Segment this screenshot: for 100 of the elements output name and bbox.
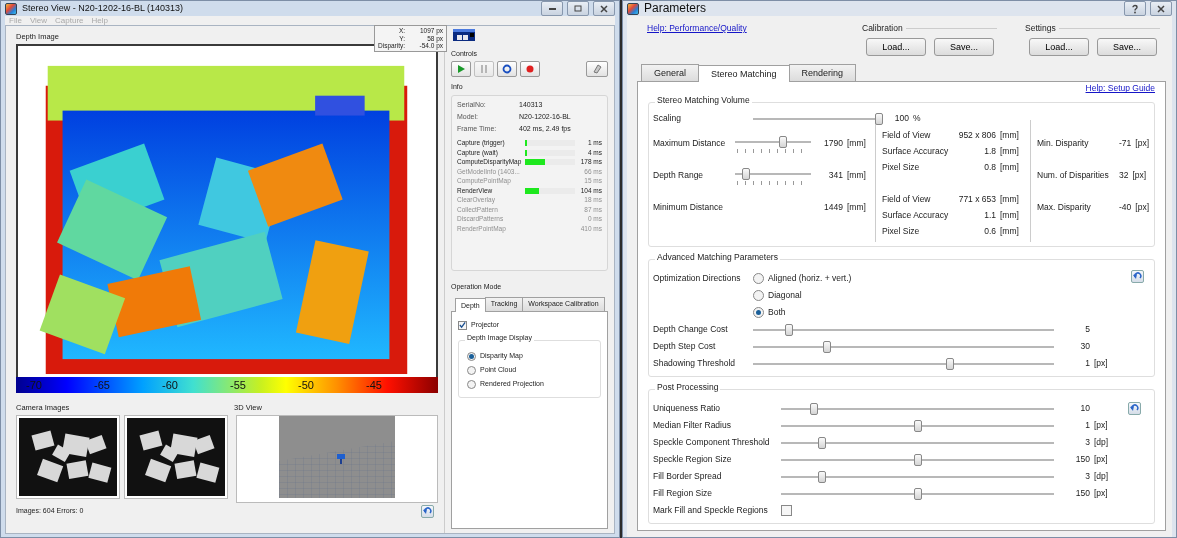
close-button[interactable]: [1150, 1, 1172, 16]
field-value: -40: [1119, 203, 1133, 213]
field-label: Fill Region Size: [653, 488, 714, 499]
radio-button[interactable]: [467, 379, 476, 389]
unit-label: [px]: [1135, 203, 1150, 213]
field-label: Maximum Distance: [653, 139, 727, 149]
field-label: Depth Step Cost: [653, 341, 717, 352]
eraser-button[interactable]: [586, 61, 608, 78]
field-value: 1449: [823, 203, 844, 213]
slider-thumb[interactable]: [913, 419, 922, 432]
unit-label: [mm]: [1000, 163, 1020, 173]
field-label: Pixel Size: [882, 163, 921, 173]
field-value: 3: [1084, 471, 1091, 482]
radio-button[interactable]: [753, 273, 764, 285]
field-label: Shadowing Threshold: [653, 358, 737, 369]
slider-thumb[interactable]: [913, 453, 922, 466]
field-value: 1790: [823, 139, 844, 149]
play-icon: [456, 64, 466, 75]
radio-label: Both: [768, 307, 786, 318]
unit-label: [dp]: [1094, 437, 1110, 448]
button[interactable]: Load...: [1029, 37, 1089, 56]
help-link[interactable]: Help: Performance/Quality: [647, 24, 747, 34]
unit-label: [px]: [1135, 139, 1150, 149]
field-label: Num. of Disparities: [1037, 171, 1110, 181]
scale-label: -45: [365, 378, 383, 392]
close-button[interactable]: [593, 1, 615, 16]
scale-label: -50: [297, 378, 315, 392]
scale-label: -60: [161, 378, 179, 392]
field-label: Field of View: [882, 195, 932, 205]
slider-thumb[interactable]: [741, 167, 750, 180]
radio-button[interactable]: [467, 365, 476, 375]
minimize-button[interactable]: [541, 1, 563, 16]
field-value: 150: [1074, 454, 1091, 465]
unit-label: [mm]: [1000, 131, 1020, 141]
checkbox[interactable]: [458, 320, 467, 330]
slider-thumb[interactable]: [779, 135, 788, 148]
button[interactable]: Save...: [1097, 37, 1157, 56]
field-value: 771 x 653: [958, 195, 997, 205]
device-icon: [453, 29, 475, 42]
radio-label: Aligned (horiz. + vert.): [768, 273, 852, 284]
help-button[interactable]: [1124, 1, 1146, 16]
button[interactable]: Load...: [866, 37, 926, 56]
field-value: 10: [1079, 403, 1091, 414]
tab[interactable]: Stereo Matching: [698, 65, 790, 83]
pause-icon: [479, 64, 489, 75]
unit-label: [mm]: [847, 171, 867, 181]
radio-label: Diagonal: [768, 290, 802, 301]
play-button[interactable]: [451, 61, 471, 78]
field-value: 952 x 806: [958, 131, 997, 141]
unit-label: [px]: [1094, 420, 1109, 431]
unit-label: [mm]: [1000, 227, 1020, 237]
app-icon: [5, 2, 17, 15]
group-label: Calibration: [862, 24, 903, 34]
tab[interactable]: General: [641, 64, 700, 82]
field-label: Scaling: [653, 114, 682, 124]
reset-button[interactable]: [421, 504, 434, 518]
field-label: Fill Border Spread: [653, 471, 723, 482]
radio-button[interactable]: [467, 351, 476, 361]
unit-label: [mm]: [847, 139, 867, 149]
unit-label: [mm]: [1000, 147, 1020, 157]
close-icon: [599, 3, 609, 14]
unit-label: [px]: [1132, 171, 1148, 181]
checkbox[interactable]: [781, 505, 792, 517]
field-label: Speckle Component Threshold: [653, 437, 771, 448]
field-value: 1: [1084, 358, 1091, 369]
unit-label: [px]: [1094, 454, 1109, 465]
slider-thumb[interactable]: [946, 357, 955, 370]
window-title: Stereo View - N20-1202-16-BL (140313): [22, 3, 184, 14]
unit-label: [mm]: [1000, 211, 1020, 221]
field-label: Surface Accuracy: [882, 147, 950, 157]
loop-button[interactable]: [497, 61, 517, 78]
minimize-icon: [548, 7, 556, 10]
button[interactable]: Save...: [934, 37, 994, 56]
tab[interactable]: Rendering: [788, 64, 857, 82]
slider-thumb[interactable]: [823, 340, 832, 353]
field-value: 1: [1084, 420, 1091, 431]
slider-thumb[interactable]: [913, 487, 922, 500]
reset-button[interactable]: [1128, 402, 1141, 416]
slider-thumb[interactable]: [818, 436, 827, 449]
field-label: Optimization Directions: [653, 272, 742, 286]
help-link[interactable]: Help: Setup Guide: [1085, 84, 1155, 95]
field-label: Uniqueness Ratio: [653, 403, 722, 414]
slider-thumb[interactable]: [785, 323, 794, 336]
unit-label: [mm]: [847, 203, 867, 213]
close-icon: [1156, 3, 1166, 14]
record-button[interactable]: [520, 61, 540, 78]
group-label: Advanced Matching Parameters: [655, 253, 780, 263]
radio-button[interactable]: [753, 290, 764, 302]
field-value: 1.8: [983, 147, 997, 157]
radio-button[interactable]: [753, 307, 764, 319]
field-value: 0.6: [983, 227, 997, 237]
field-label: Median Filter Radius: [653, 420, 732, 431]
record-icon: [525, 64, 535, 75]
circle-icon: [502, 64, 512, 75]
slider-thumb[interactable]: [810, 402, 819, 415]
reset-button[interactable]: [1131, 270, 1144, 284]
field-label: Speckle Region Size: [653, 454, 733, 465]
slider-thumb[interactable]: [875, 113, 883, 126]
unit-label: [mm]: [1000, 195, 1020, 205]
slider-thumb[interactable]: [818, 470, 827, 483]
